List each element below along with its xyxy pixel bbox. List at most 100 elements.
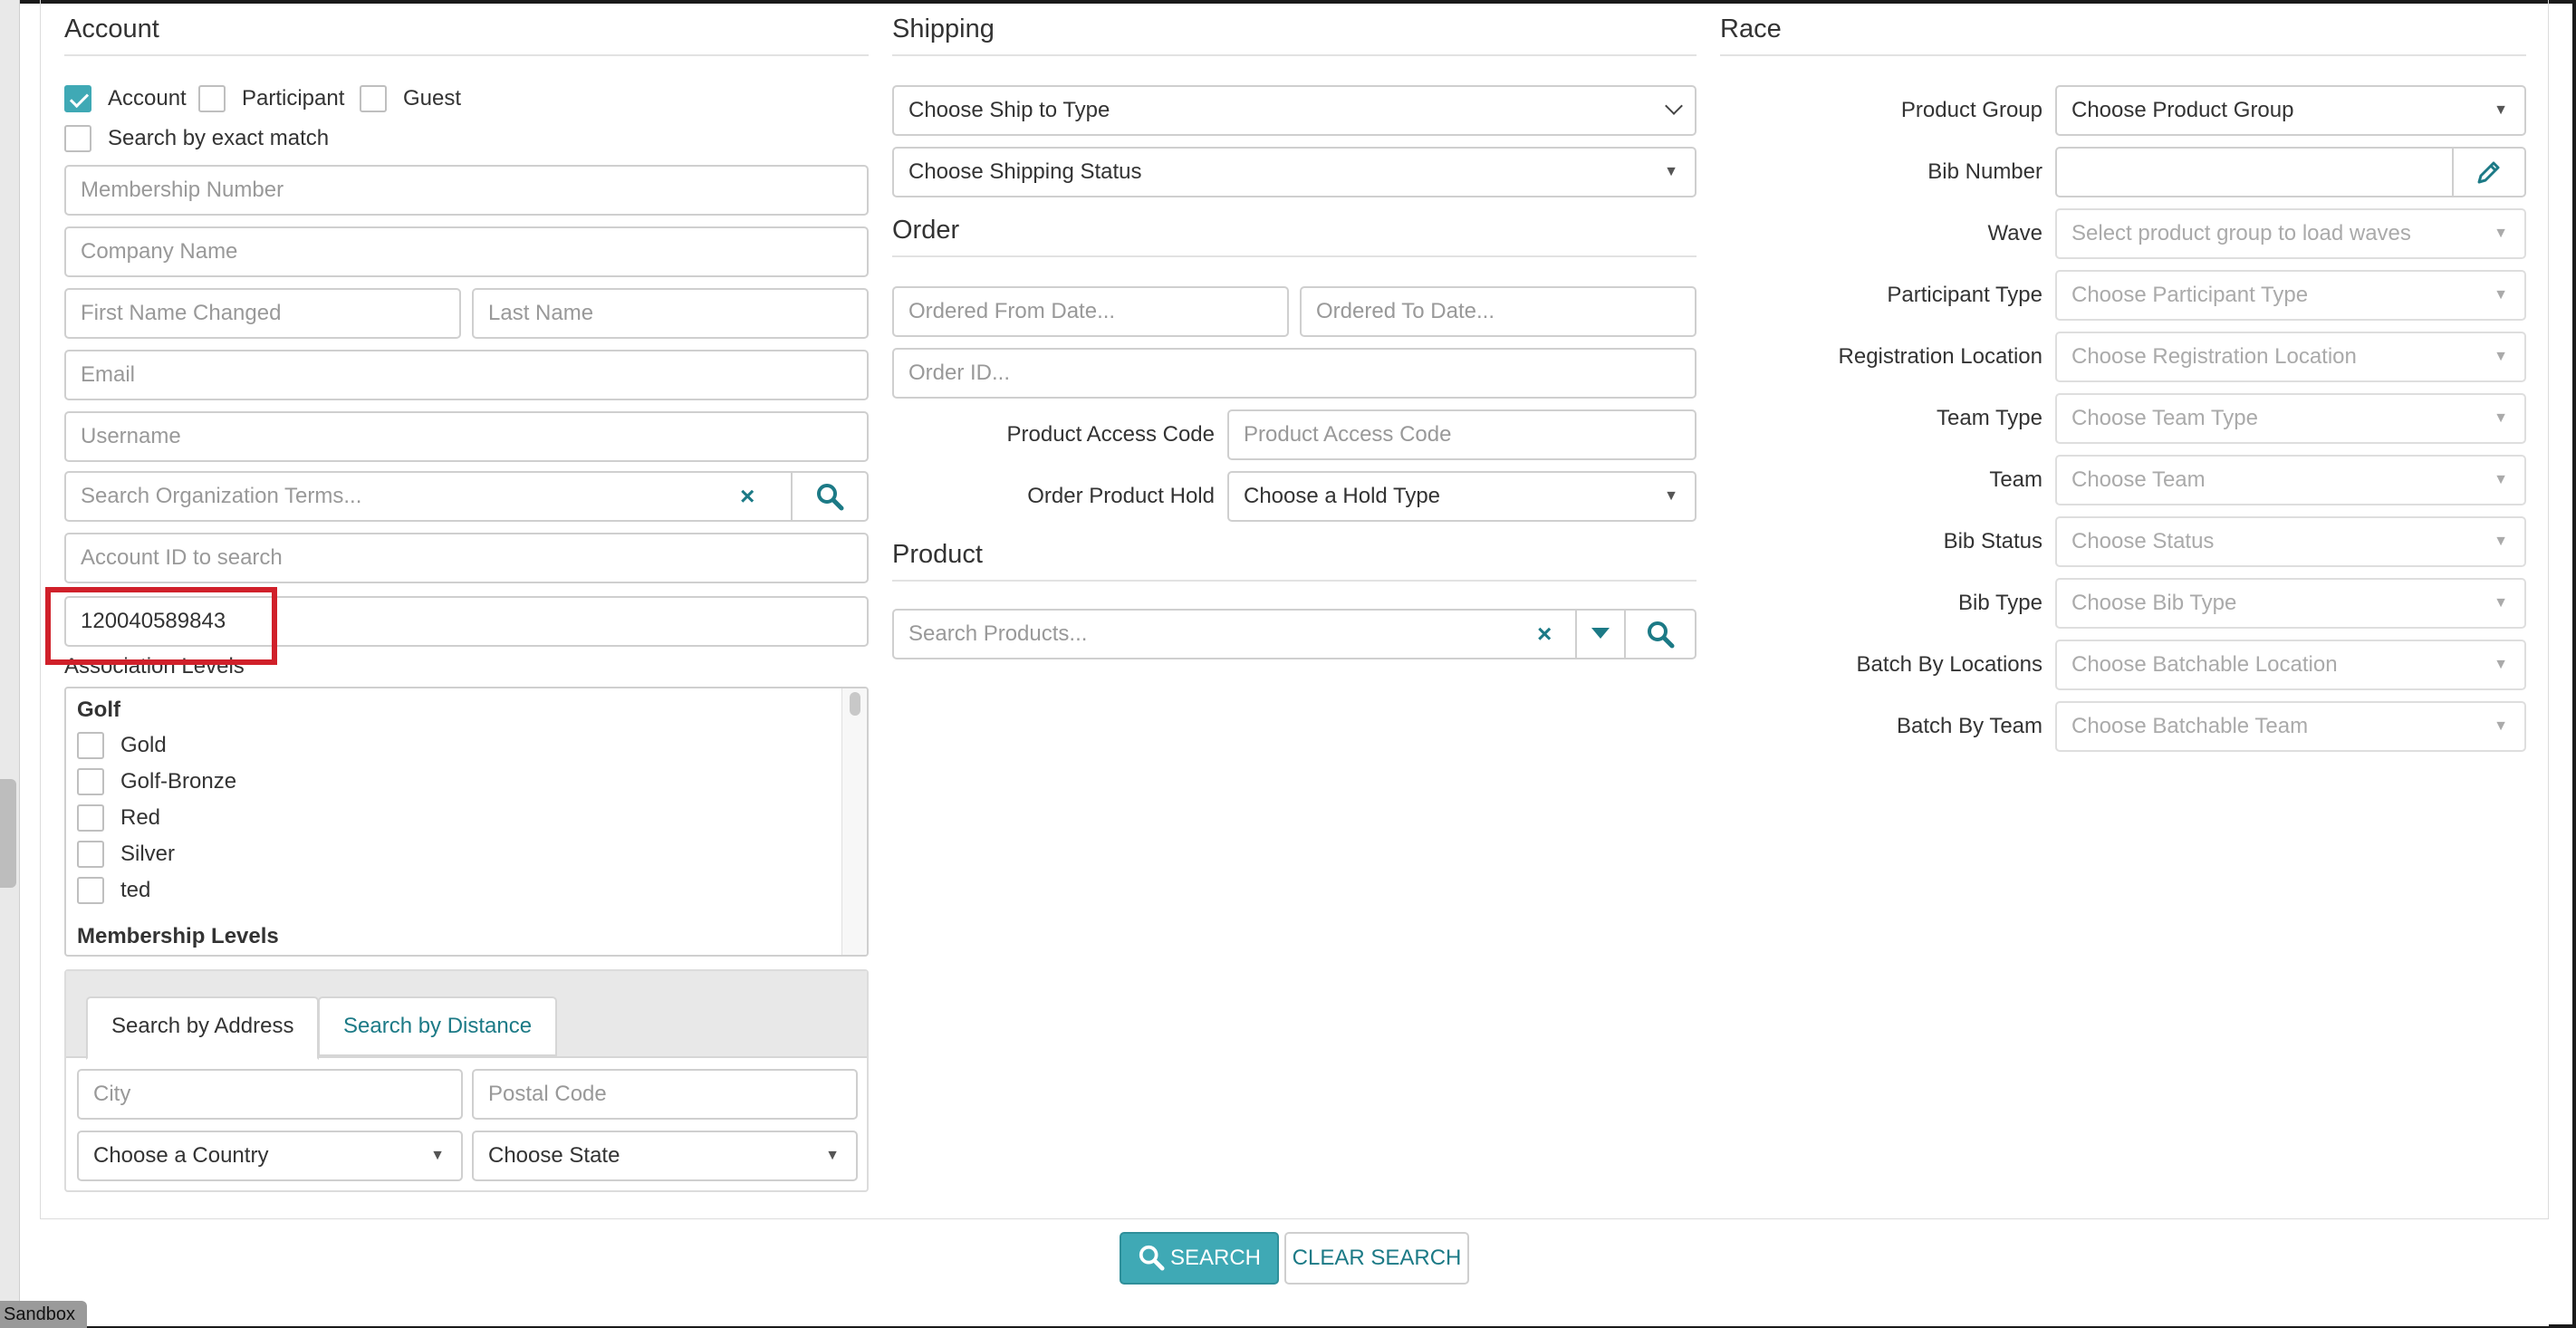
wave-label: Wave bbox=[1987, 221, 2043, 245]
race-column: Race Product Group Choose Product Group ▼ B… bbox=[1720, 0, 2526, 761]
highlight-box bbox=[45, 587, 277, 665]
level-label-ted: ted bbox=[120, 878, 151, 902]
hold-type-select-value: Choose a Hold Type bbox=[1244, 484, 1441, 508]
bib-type-select[interactable]: Choose Bib Type ▼ bbox=[2055, 578, 2526, 629]
level-label-silver: Silver bbox=[120, 842, 176, 866]
search-button[interactable]: SEARCH bbox=[1120, 1232, 1279, 1285]
postal-code-input[interactable]: Postal Code bbox=[472, 1069, 858, 1120]
shipping-status-select[interactable]: Choose Shipping Status ▼ bbox=[892, 147, 1697, 197]
association-levels-scrollbar[interactable] bbox=[841, 688, 867, 955]
product-group-select[interactable]: Choose Product Group ▼ bbox=[2055, 85, 2526, 136]
action-bar: SEARCH CLEAR SEARCH bbox=[40, 1219, 2549, 1326]
batch-by-locations-select-value: Choose Batchable Location bbox=[2071, 652, 2338, 677]
guest-checkbox[interactable] bbox=[360, 85, 387, 112]
org-terms-search-button[interactable] bbox=[791, 471, 869, 522]
email-input[interactable]: Email bbox=[64, 350, 869, 400]
order-section-title: Order bbox=[892, 201, 1697, 257]
product-section-title: Product bbox=[892, 525, 1697, 582]
left-edge-strip bbox=[0, 0, 20, 1328]
product-group-label: Product Group bbox=[1900, 98, 2043, 122]
batch-by-team-select-value: Choose Batchable Team bbox=[2071, 714, 2309, 738]
batch-by-team-select[interactable]: Choose Batchable Team ▼ bbox=[2055, 701, 2526, 752]
team-label: Team bbox=[1989, 467, 2043, 492]
bib-number-input[interactable] bbox=[2055, 147, 2454, 197]
caret-down-icon: ▼ bbox=[2494, 472, 2508, 487]
team-type-select[interactable]: Choose Team Type ▼ bbox=[2055, 393, 2526, 444]
search-button-label: SEARCH bbox=[1169, 1246, 1262, 1270]
search-icon bbox=[1139, 1245, 1165, 1271]
caret-down-icon: ▼ bbox=[2494, 349, 2508, 364]
caret-down-icon: ▼ bbox=[430, 1148, 445, 1163]
product-access-code-label: Product Access Code bbox=[1006, 422, 1215, 447]
participant-checkbox-label: Participant bbox=[242, 86, 345, 111]
caret-down-icon: ▼ bbox=[1664, 488, 1678, 504]
edit-bib-button[interactable] bbox=[2452, 147, 2526, 197]
team-type-select-value: Choose Team Type bbox=[2071, 406, 2258, 430]
edge-tab bbox=[0, 779, 16, 888]
tab-search-by-address[interactable]: Search by Address bbox=[86, 996, 320, 1060]
participant-type-select[interactable]: Choose Participant Type ▼ bbox=[2055, 270, 2526, 321]
batch-by-locations-label: Batch By Locations bbox=[1856, 652, 2043, 677]
product-dropdown-button[interactable] bbox=[1575, 609, 1626, 659]
username-input[interactable]: Username bbox=[64, 411, 869, 462]
participant-checkbox[interactable] bbox=[198, 85, 226, 112]
country-select[interactable]: Choose a Country ▼ bbox=[77, 1131, 463, 1181]
state-select[interactable]: Choose State ▼ bbox=[472, 1131, 858, 1181]
bib-status-label: Bib Status bbox=[1943, 529, 2043, 553]
city-input[interactable]: City bbox=[77, 1069, 463, 1120]
registration-location-label: Registration Location bbox=[1838, 344, 2043, 369]
participant-type-select-value: Choose Participant Type bbox=[2071, 283, 2309, 307]
first-name-input[interactable]: First Name Changed bbox=[64, 288, 461, 339]
guest-checkbox-label: Guest bbox=[403, 86, 462, 111]
product-search-clear-icon[interactable]: × bbox=[1537, 609, 1552, 659]
caret-down-icon bbox=[1591, 628, 1610, 639]
tab-search-by-distance[interactable]: Search by Distance bbox=[318, 996, 558, 1056]
shipping-section-title: Shipping bbox=[892, 0, 1697, 56]
caret-down-icon: ▼ bbox=[2494, 102, 2508, 118]
wave-select-value: Select product group to load waves bbox=[2071, 221, 2411, 245]
shipping-order-product-column: Shipping Choose Ship to Type Choose Ship… bbox=[892, 0, 1697, 688]
ship-type-select-value: Choose Ship to Type bbox=[908, 98, 1110, 122]
caret-down-icon: ▼ bbox=[2494, 534, 2508, 549]
wave-select[interactable]: Select product group to load waves ▼ bbox=[2055, 208, 2526, 259]
registration-location-select[interactable]: Choose Registration Location ▼ bbox=[2055, 332, 2526, 382]
level-checkbox-golf-bronze[interactable] bbox=[77, 768, 104, 795]
exact-match-checkbox[interactable] bbox=[64, 125, 91, 152]
membership-number-input[interactable]: Membership Number bbox=[64, 165, 869, 216]
account-id-input[interactable]: Account ID to search bbox=[64, 533, 869, 583]
ordered-to-date-input[interactable]: Ordered To Date... bbox=[1300, 286, 1697, 337]
order-id-input[interactable]: Order ID... bbox=[892, 348, 1697, 399]
ship-type-select[interactable]: Choose Ship to Type bbox=[892, 85, 1697, 136]
clear-search-button[interactable]: CLEAR SEARCH bbox=[1284, 1232, 1469, 1285]
address-search-panel: Search by Address Search by Distance Cit… bbox=[64, 969, 869, 1192]
caret-down-icon: ▼ bbox=[2494, 657, 2508, 672]
product-search-input[interactable]: Search Products... bbox=[892, 609, 1577, 659]
participant-type-label: Participant Type bbox=[1887, 283, 2043, 307]
bib-status-select[interactable]: Choose Status ▼ bbox=[2055, 516, 2526, 567]
ordered-from-date-input[interactable]: Ordered From Date... bbox=[892, 286, 1289, 337]
account-section-title: Account bbox=[64, 0, 869, 56]
caret-down-icon: ▼ bbox=[2494, 287, 2508, 303]
level-checkbox-silver[interactable] bbox=[77, 841, 104, 868]
product-search-button[interactable] bbox=[1624, 609, 1697, 659]
account-checkbox[interactable] bbox=[64, 85, 91, 112]
company-name-input[interactable]: Company Name bbox=[64, 226, 869, 277]
product-access-code-input[interactable]: Product Access Code bbox=[1227, 409, 1697, 460]
level-checkbox-red[interactable] bbox=[77, 804, 104, 832]
level-label-red: Red bbox=[120, 805, 161, 830]
association-levels-list[interactable]: Golf Gold Golf-Bronze Red Silver ted Mem… bbox=[64, 687, 869, 957]
group-heading-membership-levels: Membership Levels bbox=[77, 924, 279, 948]
last-name-input[interactable]: Last Name bbox=[472, 288, 869, 339]
batch-by-locations-select[interactable]: Choose Batchable Location ▼ bbox=[2055, 640, 2526, 690]
level-checkbox-ted[interactable] bbox=[77, 877, 104, 904]
org-terms-clear-icon[interactable]: × bbox=[740, 471, 755, 522]
team-select[interactable]: Choose Team ▼ bbox=[2055, 455, 2526, 505]
org-terms-input[interactable]: Search Organization Terms... bbox=[64, 471, 793, 522]
scrollbar-thumb[interactable] bbox=[850, 692, 860, 716]
level-checkbox-gold[interactable] bbox=[77, 732, 104, 759]
bib-number-label: Bib Number bbox=[1927, 159, 2043, 184]
caret-down-icon: ▼ bbox=[2494, 718, 2508, 734]
order-product-hold-label: Order Product Hold bbox=[1027, 484, 1215, 508]
chevron-down-icon bbox=[1665, 97, 1683, 115]
hold-type-select[interactable]: Choose a Hold Type ▼ bbox=[1227, 471, 1697, 522]
